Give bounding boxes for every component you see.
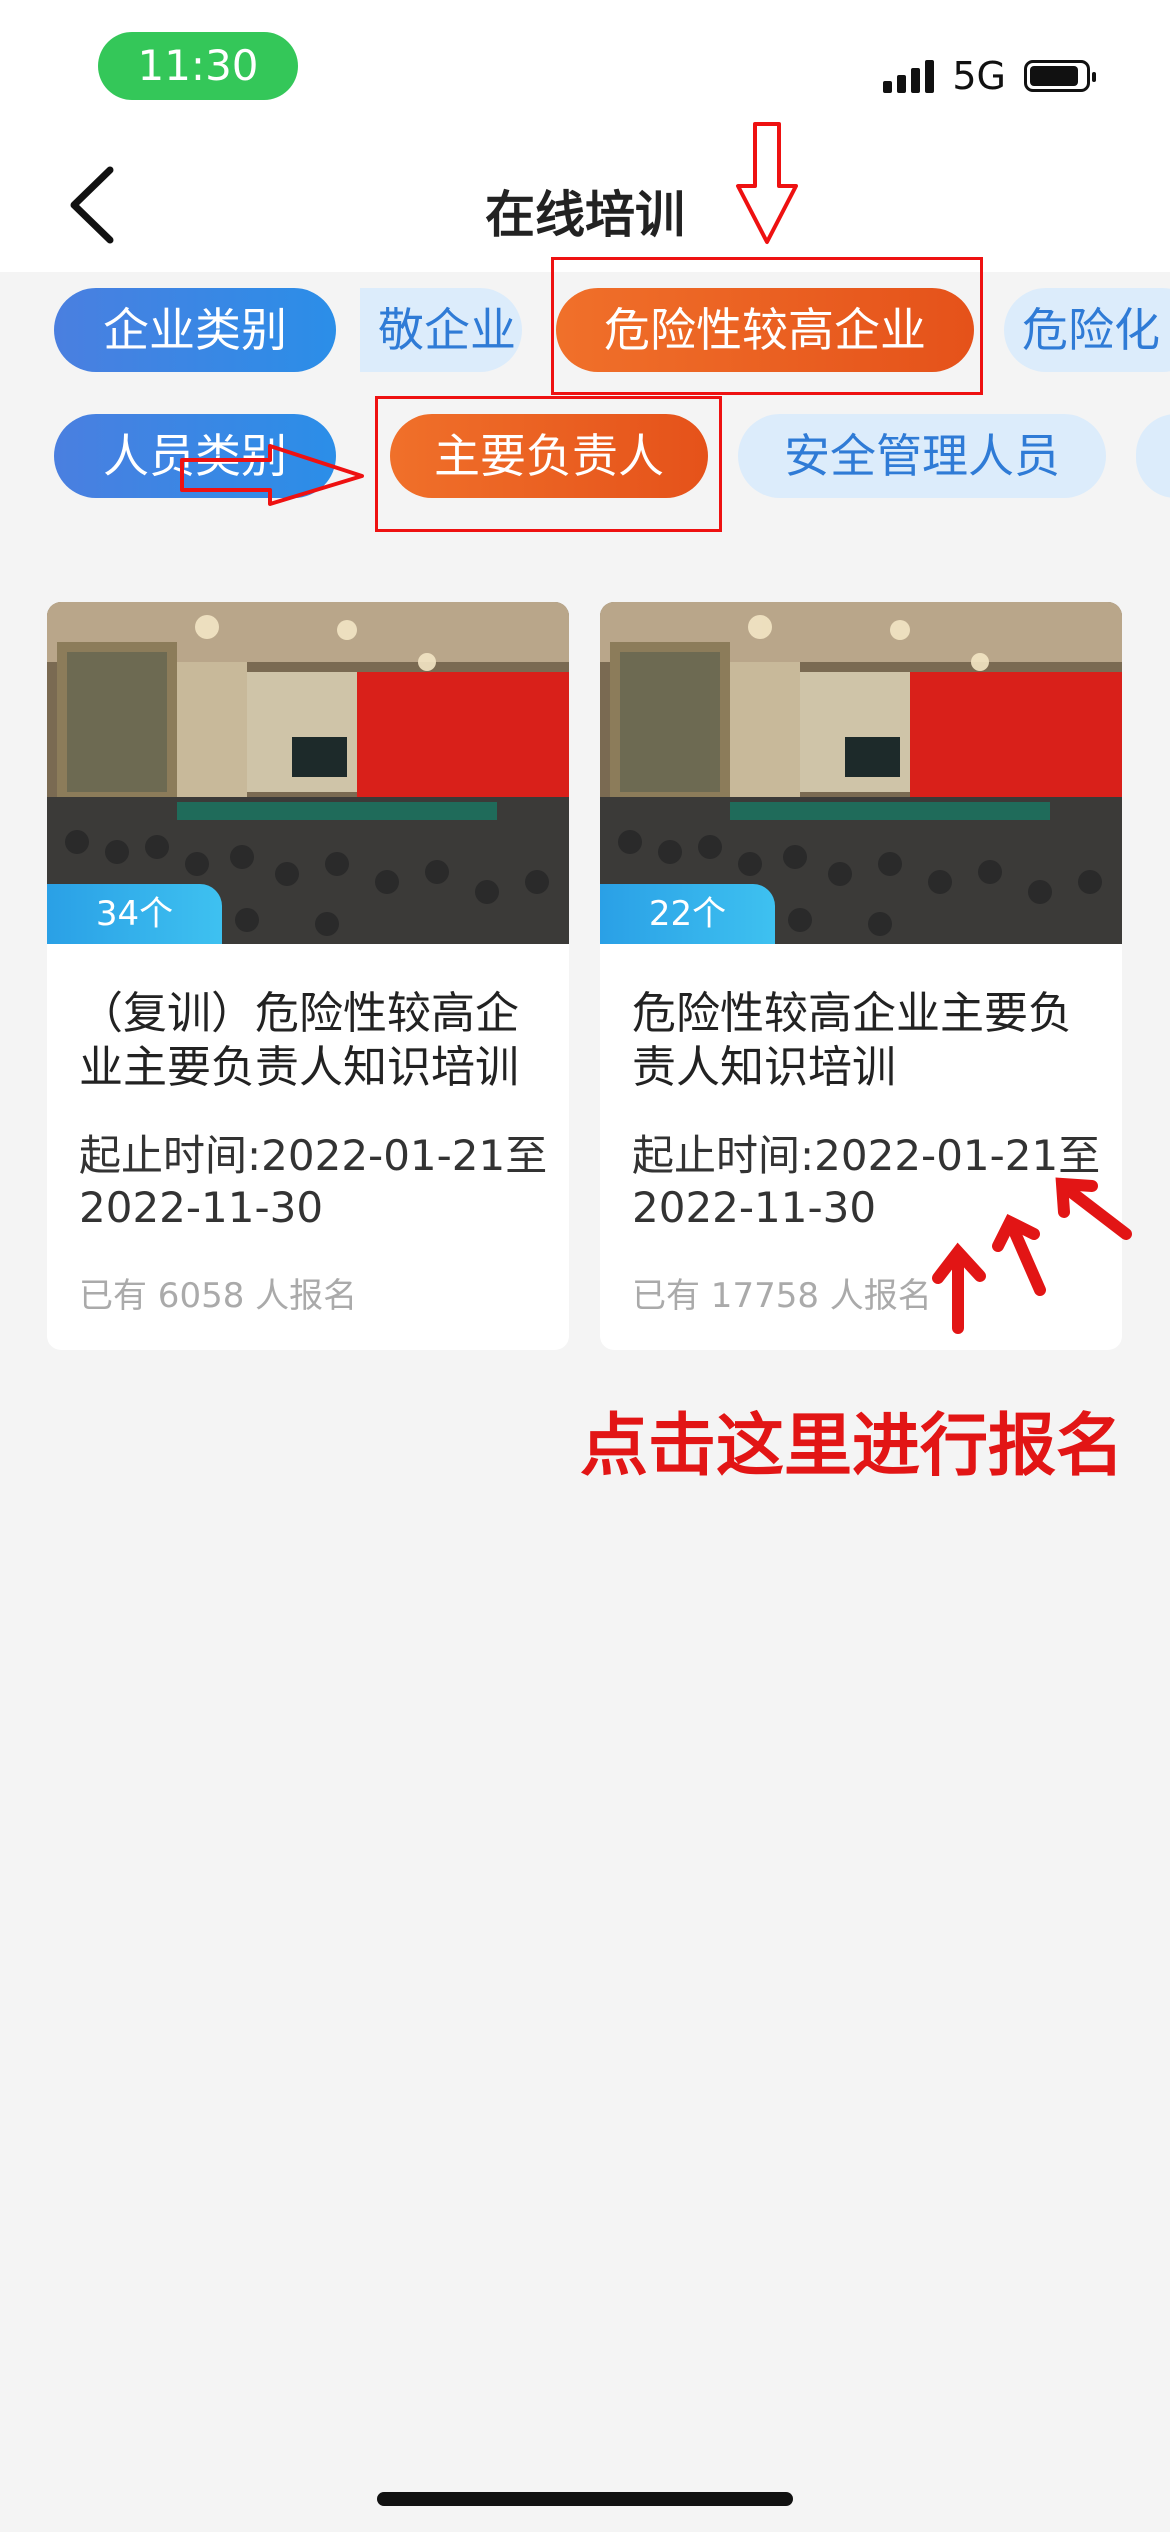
status-icons: 5G xyxy=(883,54,1096,98)
status-time: 11:30 xyxy=(98,32,298,100)
annotation-cta-text: 点击这里进行报名 xyxy=(579,1407,1124,1486)
course-thumbnail: 34个 xyxy=(47,602,569,944)
course-title: （复训）危险性较高企业主要负责人知识培训 xyxy=(79,988,519,1093)
course-card[interactable]: 22个 危险性较高企业主要负责人知识培训 起止时间:2022-01-21至 20… xyxy=(600,602,1122,1350)
course-date: 起止时间:2022-01-21至 2022-11-30 xyxy=(79,1131,548,1232)
home-indicator xyxy=(377,2492,793,2506)
network-label: 5G xyxy=(952,54,1006,98)
person-option-chip-partial[interactable] xyxy=(1136,414,1170,498)
signal-icon xyxy=(883,59,935,93)
course-date: 起止时间:2022-01-21至 2022-11-30 xyxy=(632,1131,1101,1232)
course-enrolled: 已有 6058 人报名 xyxy=(79,1276,358,1316)
battery-icon xyxy=(1024,60,1096,92)
header: 11:30 5G 在线培训 xyxy=(0,0,1170,272)
course-title: 危险性较高企业主要负责人知识培训 xyxy=(632,988,1072,1093)
course-thumbnail: 22个 xyxy=(600,602,1122,944)
person-option-chip[interactable]: 安全管理人员 xyxy=(738,414,1106,498)
count-badge: 34个 xyxy=(47,884,222,944)
company-category-label: 企业类别 xyxy=(54,288,336,372)
person-category-label: 人员类别 xyxy=(54,414,336,498)
company-option-chip[interactable]: 危险化 xyxy=(1004,288,1170,372)
company-option-chip[interactable]: 敬企业 xyxy=(360,288,522,372)
count-badge: 22个 xyxy=(600,884,775,944)
course-card[interactable]: 34个 （复训）危险性较高企业主要负责人知识培训 起止时间:2022-01-21… xyxy=(47,602,569,1350)
course-enrolled: 已有 17758 人报名 xyxy=(632,1276,932,1316)
annotation-box xyxy=(551,257,983,395)
page-title: 在线培训 xyxy=(485,186,685,244)
annotation-box xyxy=(375,396,722,532)
